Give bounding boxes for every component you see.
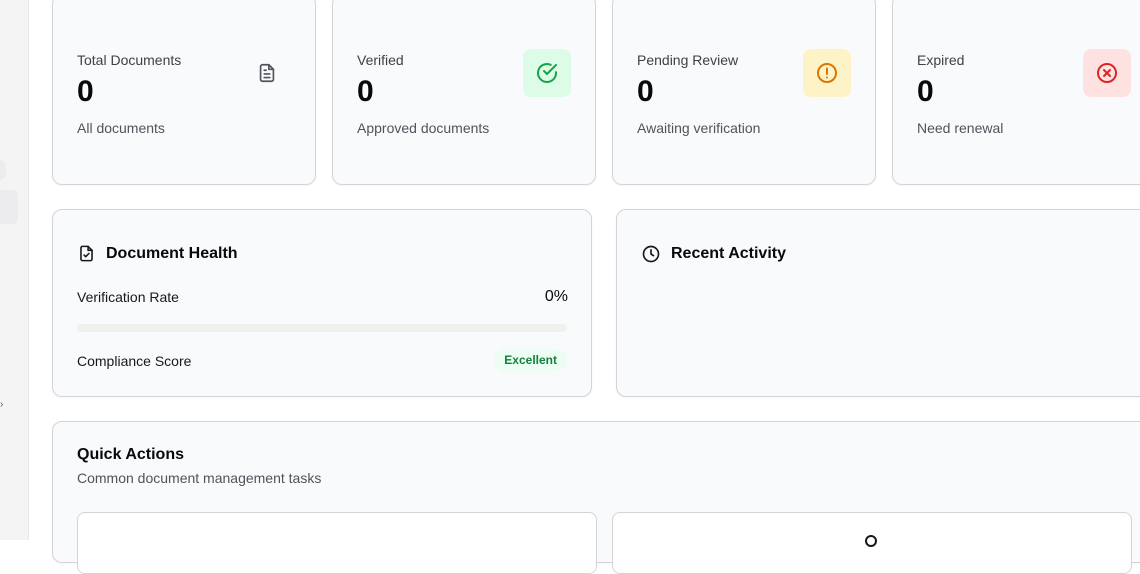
quick-action-icon <box>865 535 877 547</box>
check-circle-icon <box>523 49 571 97</box>
stat-card-verified: Verified 0 Approved documents <box>332 0 596 185</box>
stat-subtitle: All documents <box>77 120 165 136</box>
stat-card-pending: Pending Review 0 Awaiting verification <box>612 0 876 185</box>
stat-value: 0 <box>637 75 654 108</box>
document-health-title: Document Health <box>77 244 238 263</box>
clock-icon <box>641 244 661 264</box>
quick-actions-card: Quick Actions Common document management… <box>52 421 1140 574</box>
stat-value: 0 <box>77 75 94 108</box>
panel-heading: Document Health <box>106 244 238 262</box>
panel-heading: Recent Activity <box>671 245 786 262</box>
stat-subtitle: Awaiting verification <box>637 120 761 136</box>
quick-actions-subtitle: Common document management tasks <box>77 470 322 486</box>
stat-label: Total Documents <box>77 52 182 68</box>
x-circle-icon <box>1083 49 1131 97</box>
stat-subtitle: Need renewal <box>917 120 1004 136</box>
compliance-score-label: Compliance Score <box>77 353 192 369</box>
stat-label: Pending Review <box>637 52 739 68</box>
recent-activity-title: Recent Activity <box>641 244 786 264</box>
sidebar-item[interactable] <box>0 160 6 180</box>
stat-card-expired: Expired 0 Need renewal <box>892 0 1140 185</box>
file-text-icon <box>243 49 291 97</box>
quick-actions-title: Quick Actions <box>77 446 184 463</box>
sidebar-item-active[interactable] <box>0 190 18 224</box>
verification-rate-label: Verification Rate <box>77 289 179 305</box>
verification-progress-bar <box>77 324 567 332</box>
stat-label: Verified <box>357 52 404 68</box>
alert-circle-icon <box>803 49 851 97</box>
stat-label: Expired <box>917 52 965 68</box>
stat-subtitle: Approved documents <box>357 120 490 136</box>
recent-activity-card: Recent Activity <box>616 209 1140 397</box>
sidebar-chevron-icon: › <box>0 399 4 410</box>
stat-value: 0 <box>357 75 374 108</box>
document-health-card: Document Health Verification Rate 0% Com… <box>52 209 592 397</box>
sidebar: › <box>0 0 29 540</box>
stat-value: 0 <box>917 75 934 108</box>
file-check-icon <box>77 244 96 263</box>
verification-rate-value: 0% <box>544 288 568 305</box>
quick-action-button[interactable] <box>77 512 597 574</box>
compliance-status-badge: Excellent <box>494 349 567 371</box>
stat-card-total: Total Documents 0 All documents <box>52 0 316 185</box>
quick-action-button[interactable] <box>612 512 1132 574</box>
